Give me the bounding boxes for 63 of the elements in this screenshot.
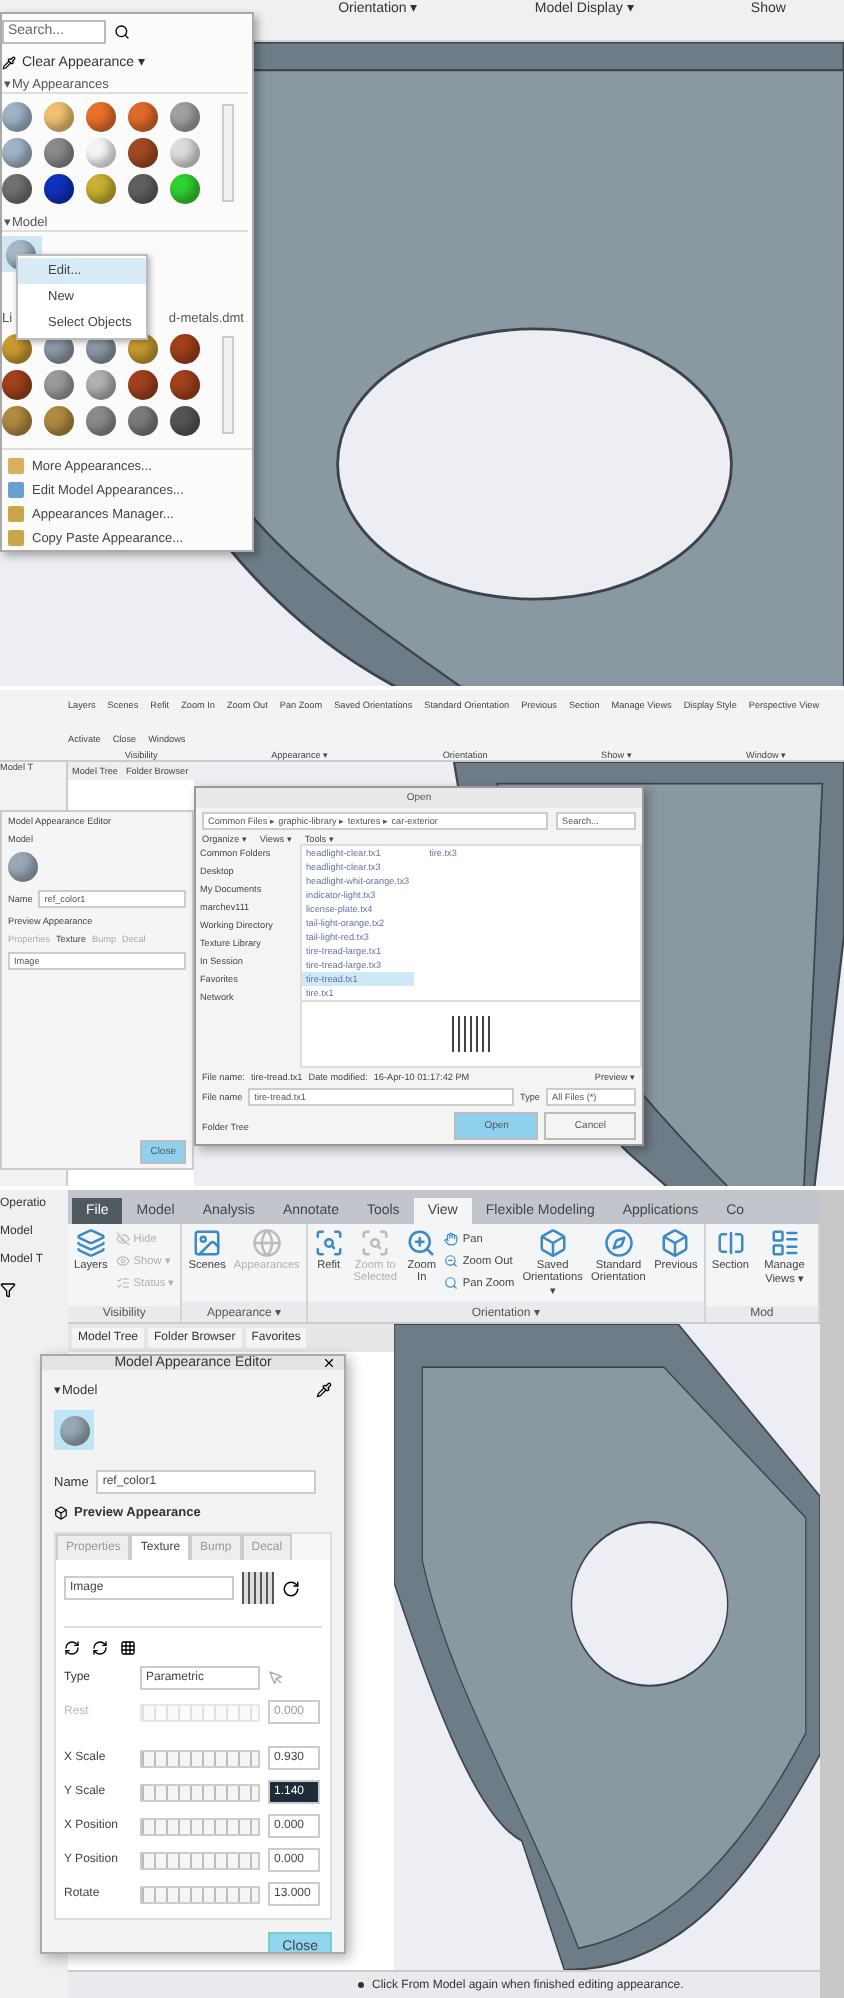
slider-track[interactable] bbox=[140, 1851, 260, 1869]
globe-icon bbox=[251, 1228, 282, 1258]
appearance-swatch[interactable] bbox=[54, 1410, 94, 1450]
texture-thumbnail[interactable] bbox=[242, 1572, 274, 1604]
landscape-icon bbox=[192, 1228, 223, 1258]
appearance-swatch[interactable] bbox=[128, 406, 158, 436]
appearance-swatch[interactable] bbox=[170, 370, 200, 400]
bullet-icon bbox=[358, 1982, 364, 1988]
compass-icon bbox=[603, 1228, 634, 1258]
slider-track[interactable] bbox=[140, 1885, 260, 1903]
appearance-swatch[interactable] bbox=[86, 406, 116, 436]
appearance-swatch[interactable] bbox=[2, 102, 32, 132]
appearance-swatch[interactable] bbox=[44, 102, 74, 132]
appearance-swatch[interactable] bbox=[44, 370, 74, 400]
slider-track[interactable] bbox=[140, 1817, 260, 1835]
appearance-swatch[interactable] bbox=[128, 370, 158, 400]
zoom-in-icon bbox=[406, 1228, 437, 1258]
section-icon bbox=[715, 1228, 746, 1258]
appearance-swatch[interactable] bbox=[170, 406, 200, 436]
layers-icon bbox=[75, 1228, 106, 1258]
appearance-swatch[interactable] bbox=[170, 334, 200, 364]
appearance-swatch[interactable] bbox=[86, 370, 116, 400]
eye-icon bbox=[115, 1254, 130, 1268]
list-icon bbox=[769, 1228, 800, 1258]
pipette-icon[interactable] bbox=[316, 1382, 332, 1398]
list-icon bbox=[115, 1276, 130, 1290]
grid-icon[interactable] bbox=[120, 1640, 136, 1656]
appearance-swatch[interactable] bbox=[170, 102, 200, 132]
appearance-swatch[interactable] bbox=[170, 138, 200, 168]
appearance-swatch[interactable] bbox=[86, 138, 116, 168]
appearance-swatch[interactable] bbox=[86, 174, 116, 204]
refresh-icon[interactable] bbox=[92, 1640, 108, 1656]
magnifier-icon bbox=[313, 1228, 344, 1258]
scrollbar[interactable] bbox=[222, 336, 234, 434]
search-icon bbox=[444, 1276, 459, 1290]
slider-track[interactable] bbox=[140, 1703, 260, 1721]
search-icon[interactable] bbox=[114, 24, 130, 40]
rotate-icon[interactable] bbox=[64, 1640, 80, 1656]
appearance-swatch[interactable] bbox=[86, 102, 116, 132]
appearance-swatch[interactable] bbox=[44, 138, 74, 168]
eye-slash-icon bbox=[115, 1232, 130, 1246]
appearance-swatch[interactable] bbox=[2, 406, 32, 436]
appearance-swatch[interactable] bbox=[8, 852, 38, 882]
appearance-swatch[interactable] bbox=[2, 174, 32, 204]
appearance-swatch[interactable] bbox=[128, 102, 158, 132]
appearance-swatch[interactable] bbox=[2, 370, 32, 400]
magnifier-icon bbox=[360, 1228, 391, 1258]
hand-icon bbox=[444, 1232, 459, 1246]
edit-icon[interactable] bbox=[282, 1579, 300, 1597]
appearance-swatch[interactable] bbox=[128, 174, 158, 204]
appearance-swatch[interactable] bbox=[2, 138, 32, 168]
slider-track[interactable] bbox=[140, 1783, 260, 1801]
close-icon[interactable] bbox=[322, 1356, 336, 1370]
cube-icon bbox=[660, 1228, 691, 1258]
zoom-out-icon bbox=[444, 1254, 459, 1268]
appearance-swatch[interactable] bbox=[128, 138, 158, 168]
appearance-swatch[interactable] bbox=[44, 406, 74, 436]
cube-icon bbox=[537, 1228, 568, 1258]
slider-track[interactable] bbox=[140, 1749, 260, 1767]
appearance-swatch[interactable] bbox=[44, 174, 74, 204]
filter-icon[interactable] bbox=[0, 1282, 16, 1298]
appearance-swatch[interactable] bbox=[170, 174, 200, 204]
scrollbar[interactable] bbox=[222, 104, 234, 202]
